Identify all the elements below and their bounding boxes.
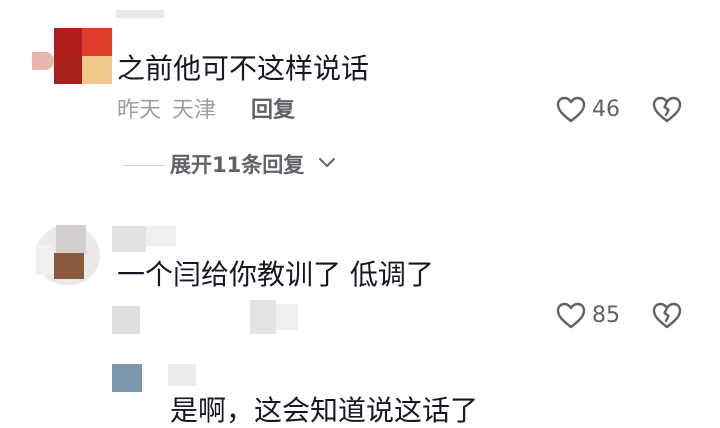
comment-2-username-blur bbox=[112, 226, 146, 252]
comment-2-meta-blur bbox=[112, 306, 140, 334]
comment-2-avatar[interactable] bbox=[36, 225, 100, 285]
comment-1-date: 昨天 bbox=[117, 98, 162, 123]
comment-1-reply-button[interactable]: 回复 bbox=[251, 97, 295, 125]
broken-heart-icon[interactable] bbox=[652, 302, 682, 330]
comment-1-like-count: 46 bbox=[592, 97, 620, 122]
comment-2-username-blur-2 bbox=[146, 226, 176, 246]
comment-1-username-blur bbox=[116, 10, 164, 18]
chevron-down-icon[interactable] bbox=[318, 156, 336, 170]
reply-1-text: 是啊，这会知道说这话了 bbox=[170, 394, 479, 427]
expand-divider bbox=[124, 165, 164, 166]
expand-replies-button[interactable]: 展开11条回复 bbox=[170, 151, 304, 179]
comment-2-text: 一个闫给你教训了 低调了 bbox=[117, 258, 434, 291]
heart-outline-icon[interactable] bbox=[556, 96, 586, 124]
reply-1-avatar[interactable] bbox=[112, 364, 142, 392]
heart-outline-icon[interactable] bbox=[556, 302, 586, 330]
reply-1-username-blur bbox=[168, 364, 196, 386]
comment-2-reply-blur bbox=[250, 300, 276, 334]
comment-1-avatar[interactable] bbox=[28, 28, 112, 84]
comment-1-text: 之前他可不这样说话 bbox=[117, 52, 370, 85]
broken-heart-icon[interactable] bbox=[652, 96, 682, 124]
comment-2-reply-blur-2 bbox=[276, 304, 298, 330]
comment-1-location: 天津 bbox=[172, 98, 217, 123]
comment-2-like-count: 85 bbox=[592, 303, 620, 328]
